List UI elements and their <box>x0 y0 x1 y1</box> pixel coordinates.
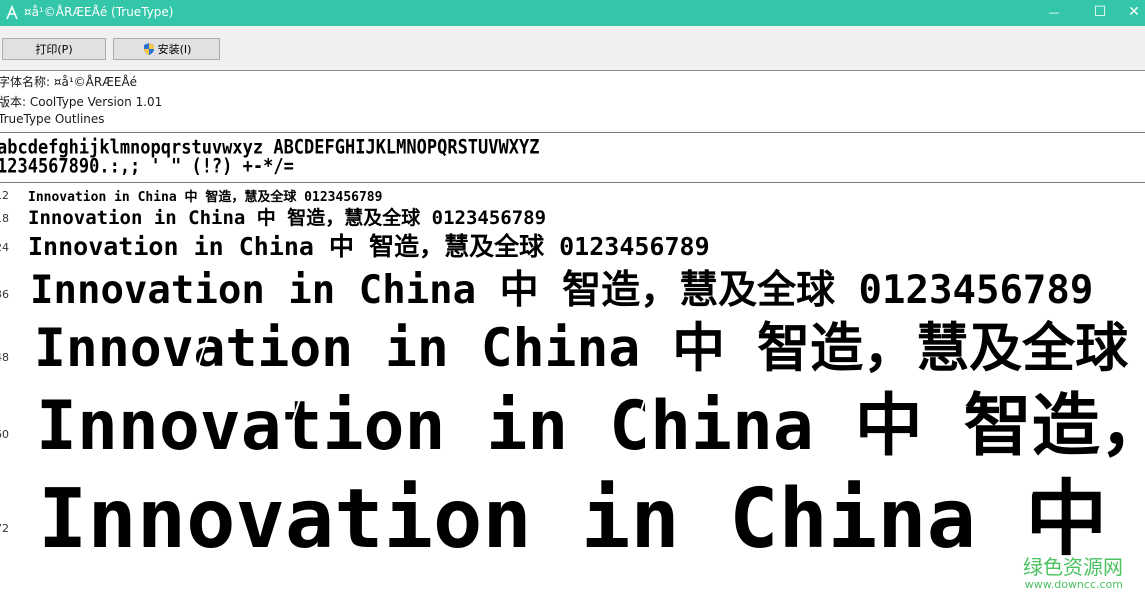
separator <box>0 132 1145 133</box>
maximize-button[interactable]: ☐ <box>1077 0 1123 26</box>
title-bar: ¤å¹©ÅRÆEÅé (TrueType) — ☐ ✕ <box>0 0 1145 26</box>
toolbar: 打印(P) 安装(I) <box>0 26 1145 71</box>
print-button[interactable]: 打印(P) <box>2 38 106 60</box>
minimize-button[interactable]: — <box>1031 0 1077 26</box>
minimize-icon: — <box>1048 6 1060 19</box>
font-name-info: 字体名称: ¤å¹©ÅRÆEÅé <box>0 75 138 89</box>
maximize-icon: ☐ <box>1093 4 1107 20</box>
sample-size-label: 12 <box>0 189 9 202</box>
watermark-url: www.downcc.com <box>1024 578 1123 591</box>
watermark-logo-text: 绿色资源网 <box>1023 555 1123 579</box>
font-sample-line: Innovation in China 中 智造，慧及全球 0123456789 <box>38 472 1145 567</box>
charset-digits-symbols: 1234567890.:,; ' " (!?) +-*/= <box>0 155 294 178</box>
font-sample-line: Innovation in China 中 智造，慧及全球 0123456789 <box>28 207 547 229</box>
close-icon: ✕ <box>1128 4 1140 20</box>
sample-size-label: 24 <box>0 241 9 254</box>
sample-size-label: 18 <box>0 212 9 225</box>
font-viewer-app-icon <box>6 5 18 20</box>
close-button[interactable]: ✕ <box>1123 0 1145 26</box>
outline-type-info: TrueType Outlines <box>0 112 105 126</box>
sample-size-label: 48 <box>0 351 9 364</box>
separator <box>0 182 1145 183</box>
install-button[interactable]: 安装(I) <box>113 38 220 60</box>
sample-size-label: 72 <box>0 522 9 535</box>
sample-size-label: 60 <box>0 428 9 441</box>
font-sample-line: Innovation in China 中 智造，慧及全球 0123456789 <box>28 232 710 261</box>
window-title: ¤å¹©ÅRÆEÅé (TrueType) <box>24 5 174 19</box>
install-button-label: 安装(I) <box>157 43 192 56</box>
uac-shield-icon <box>143 43 154 55</box>
sample-size-label: 36 <box>0 288 9 301</box>
print-button-label: 打印(P) <box>35 43 73 56</box>
font-version-info: 版本: CoolType Version 1.01 <box>0 95 163 109</box>
